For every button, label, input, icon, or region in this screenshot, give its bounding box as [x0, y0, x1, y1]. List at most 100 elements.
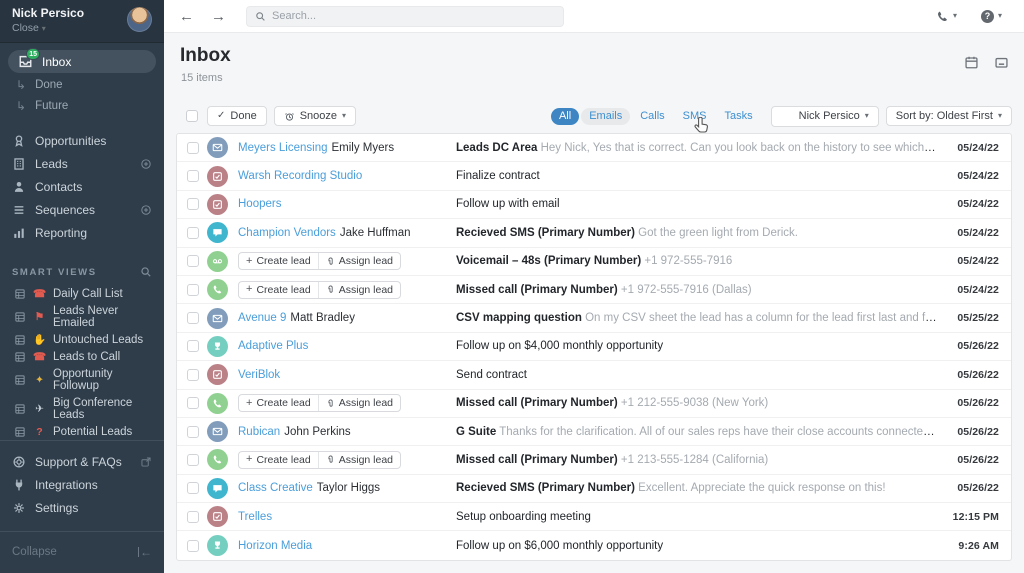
- create-lead-button[interactable]: + Create lead: [239, 452, 318, 468]
- row-checkbox[interactable]: [187, 539, 199, 552]
- lead-link[interactable]: Avenue 9: [238, 312, 286, 324]
- list-item[interactable]: + Create lead Assign lead Missed call (Pri…: [177, 446, 1011, 475]
- row-checkbox[interactable]: [187, 425, 199, 438]
- lead-link[interactable]: Adaptive Plus: [238, 340, 308, 352]
- assign-lead-button[interactable]: Assign lead: [317, 451, 400, 468]
- assign-lead-button[interactable]: Assign lead: [317, 281, 400, 298]
- lead-link[interactable]: Champion Vendors: [238, 227, 336, 239]
- list-item[interactable]: Trelles Setup onboarding meeting 12:15 P…: [177, 503, 1011, 532]
- smart-view-opportunity-followup[interactable]: ✦ Opportunity Followup: [0, 365, 164, 394]
- plus-icon: +: [246, 254, 253, 267]
- filter-calls[interactable]: Calls: [632, 108, 672, 125]
- list-item[interactable]: Hoopers Follow up with email 05/24/22: [177, 191, 1011, 220]
- user-name: Nick Persico: [12, 6, 85, 20]
- list-item[interactable]: Adaptive Plus Follow up on $4,000 monthl…: [177, 333, 1011, 362]
- row-checkbox[interactable]: [187, 482, 199, 495]
- snooze-button[interactable]: Snooze ▾: [273, 106, 357, 126]
- sidebar-item-settings[interactable]: Settings: [0, 496, 164, 519]
- list-item[interactable]: Class Creative Taylor Higgs Recieved SMS …: [177, 475, 1011, 504]
- sort-dropdown[interactable]: Sort by: Oldest First ▾: [885, 106, 1012, 126]
- calendar-icon[interactable]: [964, 55, 979, 70]
- smart-view-icon: [14, 334, 26, 346]
- row-checkbox[interactable]: [187, 510, 199, 523]
- row-checkbox[interactable]: [187, 170, 199, 183]
- external-link-icon: [140, 456, 152, 468]
- item-date: 05/25/22: [957, 312, 999, 325]
- lead-link[interactable]: VeriBlok: [238, 369, 280, 381]
- org-switcher[interactable]: Close ▾: [12, 22, 84, 34]
- smart-view-leads-to-call[interactable]: ☎ Leads to Call: [0, 348, 164, 365]
- smart-view-daily-call-list[interactable]: ☎ Daily Call List: [0, 285, 164, 302]
- filter-sms[interactable]: SMS: [675, 108, 715, 125]
- help-menu[interactable]: ? ▾: [980, 9, 1002, 23]
- sidebar-item-reporting[interactable]: Reporting: [0, 221, 164, 244]
- create-lead-button[interactable]: + Create lead: [239, 253, 318, 269]
- list-item[interactable]: + Create lead Assign lead Missed call (Pri…: [177, 276, 1011, 305]
- search-icon[interactable]: [140, 266, 152, 278]
- collapse-sidebar-button[interactable]: Collapse ←: [0, 531, 164, 573]
- lead-link[interactable]: Warsh Recording Studio: [238, 170, 362, 182]
- sidebar-item-sequences[interactable]: Sequences: [0, 198, 164, 221]
- lead-link[interactable]: Trelles: [238, 511, 272, 523]
- item-summary: Follow up with email: [456, 198, 560, 211]
- row-checkbox[interactable]: [187, 397, 199, 410]
- list-item[interactable]: + Create lead Assign lead Voicemail – 48s …: [177, 248, 1011, 276]
- sidebar-item-future[interactable]: ↳ Future: [0, 95, 164, 116]
- smart-view-untouched-leads[interactable]: ✋ Untouched Leads: [0, 331, 164, 348]
- create-lead-button[interactable]: + Create lead: [239, 282, 318, 298]
- row-checkbox[interactable]: [187, 312, 199, 325]
- list-item[interactable]: VeriBlok Send contract 05/26/22: [177, 361, 1011, 390]
- sidebar-item-done[interactable]: ↳ Done: [0, 74, 164, 95]
- item-date: 9:26 AM: [958, 539, 999, 552]
- global-search[interactable]: [246, 5, 564, 27]
- list-item[interactable]: Avenue 9 Matt Bradley CSV mapping questio…: [177, 304, 1011, 333]
- row-checkbox[interactable]: [187, 368, 199, 381]
- check-icon: ✓: [217, 110, 226, 121]
- row-checkbox[interactable]: [187, 141, 199, 154]
- filter-tasks[interactable]: Tasks: [717, 108, 761, 125]
- assign-lead-button[interactable]: Assign lead: [317, 395, 400, 412]
- lead-link[interactable]: Hoopers: [238, 198, 281, 210]
- sidebar-item-leads[interactable]: Leads: [0, 152, 164, 175]
- list-item[interactable]: Meyers Licensing Emily Myers Leads DC Are…: [177, 134, 1011, 163]
- row-checkbox[interactable]: [187, 453, 199, 466]
- avatar[interactable]: [127, 7, 152, 32]
- list-item[interactable]: Rubican John Perkins G Suite Thanks for t…: [177, 418, 1011, 447]
- filter-all[interactable]: All: [550, 107, 580, 125]
- list-item[interactable]: Horizon Media Follow up on $6,000 monthl…: [177, 531, 1011, 559]
- sidebar-item-integrations[interactable]: Integrations: [0, 473, 164, 496]
- lead-link[interactable]: Rubican: [238, 426, 280, 438]
- list-item[interactable]: Champion Vendors Jake Huffman Recieved SM…: [177, 219, 1011, 248]
- list-item[interactable]: Warsh Recording Studio Finalize contract…: [177, 162, 1011, 191]
- lead-link[interactable]: Class Creative: [238, 482, 313, 494]
- lead-link[interactable]: Horizon Media: [238, 540, 312, 552]
- assign-lead-button[interactable]: Assign lead: [317, 253, 400, 270]
- sub-arrow-icon: ↳: [16, 98, 27, 113]
- news-card-icon[interactable]: [994, 55, 1009, 70]
- forward-button[interactable]: →: [211, 9, 226, 24]
- sidebar-item-opportunities[interactable]: Opportunities: [0, 129, 164, 152]
- sidebar-header[interactable]: Nick Persico Close ▾: [0, 0, 164, 43]
- phone-icon: [936, 10, 949, 23]
- row-checkbox[interactable]: [187, 255, 199, 268]
- sidebar-item-support[interactable]: Support & FAQs: [0, 450, 164, 473]
- row-checkbox[interactable]: [187, 198, 199, 211]
- done-button[interactable]: ✓ Done: [207, 106, 267, 126]
- sidebar-item-contacts[interactable]: Contacts: [0, 175, 164, 198]
- user-filter-dropdown[interactable]: Nick Persico ▾: [770, 105, 879, 127]
- smart-view-leads-never-emailed[interactable]: ⚑ Leads Never Emailed: [0, 302, 164, 331]
- phone-menu[interactable]: ▾: [936, 10, 957, 23]
- sidebar-item-inbox[interactable]: 15 Inbox: [8, 48, 156, 73]
- list-item[interactable]: + Create lead Assign lead Missed call (Pri…: [177, 390, 1011, 418]
- create-lead-button[interactable]: + Create lead: [239, 395, 318, 411]
- search-input[interactable]: [272, 10, 555, 22]
- select-all-checkbox[interactable]: [186, 110, 198, 122]
- filter-emails[interactable]: Emails: [581, 107, 631, 125]
- row-checkbox[interactable]: [187, 283, 199, 296]
- back-button[interactable]: ←: [179, 9, 194, 24]
- lead-link[interactable]: Meyers Licensing: [238, 142, 327, 154]
- row-checkbox[interactable]: [187, 226, 199, 239]
- row-checkbox[interactable]: [187, 340, 199, 353]
- smart-view-potential-leads[interactable]: ? Potential Leads: [0, 423, 164, 440]
- smart-view-big-conference-leads[interactable]: ✈ Big Conference Leads: [0, 394, 164, 423]
